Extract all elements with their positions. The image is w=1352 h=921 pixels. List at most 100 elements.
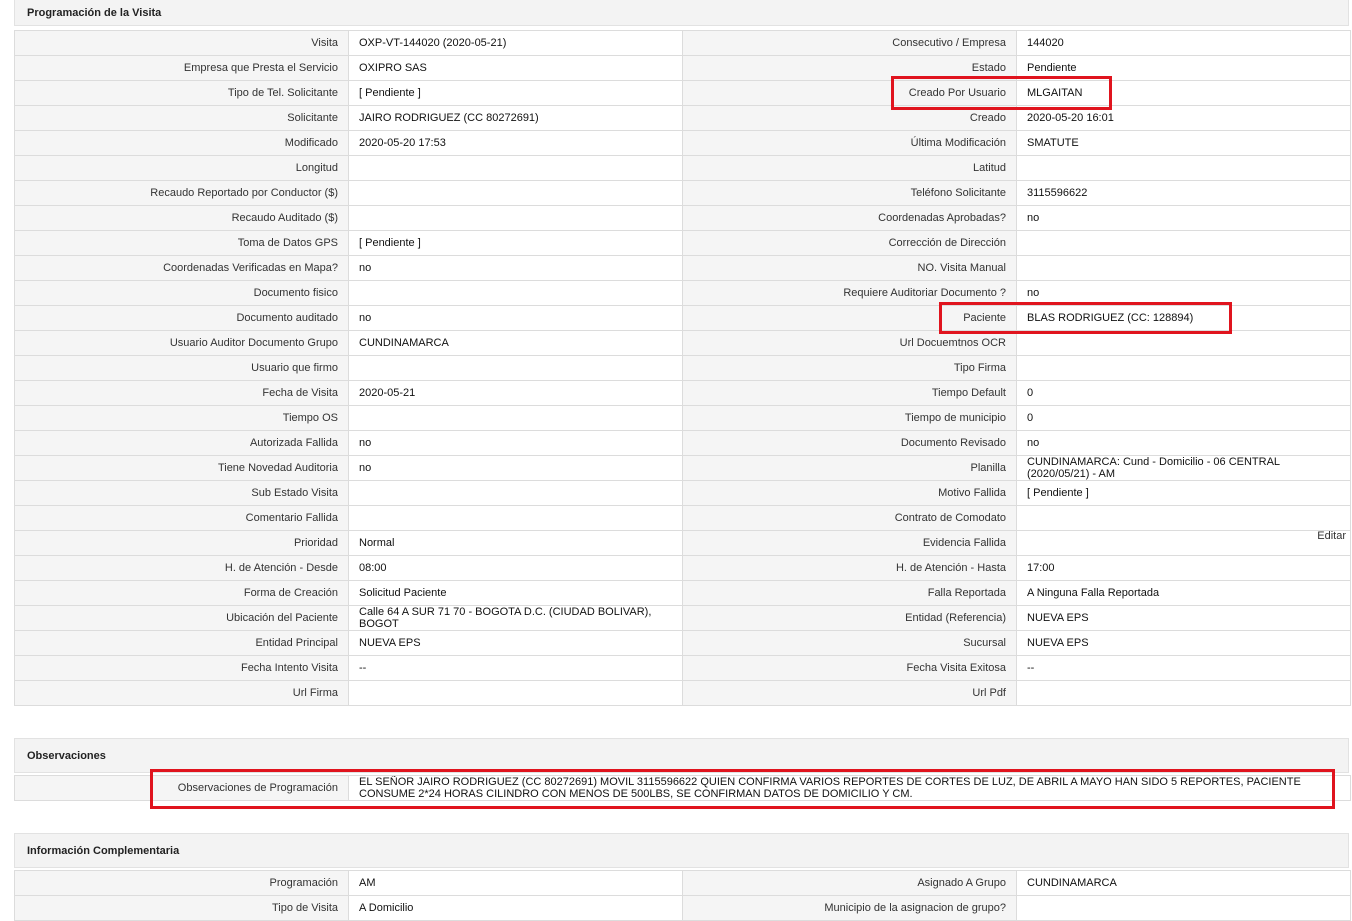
field-value: 2020-05-20 17:53	[348, 130, 683, 156]
field-value	[348, 180, 683, 206]
table-row: Recaudo Reportado por Conductor ($) Teléf…	[14, 180, 1351, 206]
table-row: Toma de Datos GPS[ Pendiente ] Corrección…	[14, 230, 1351, 256]
field-label: NO. Visita Manual	[682, 255, 1017, 281]
field-label: Requiere Auditoriar Documento ?	[682, 280, 1017, 306]
field-label: Teléfono Solicitante	[682, 180, 1017, 206]
section-header-observaciones: Observaciones	[14, 738, 1349, 773]
field-value: NUEVA EPS	[1016, 605, 1351, 631]
field-value: no	[1016, 280, 1351, 306]
field-value: 144020	[1016, 30, 1351, 56]
table-row: Prioridad Normal Evidencia Fallida Editar	[14, 530, 1351, 556]
field-label: Documento Revisado	[682, 430, 1017, 456]
field-value: 08:00	[348, 555, 683, 581]
field-label: Programación	[14, 870, 349, 896]
field-value: Calle 64 A SUR 71 70 - BOGOTA D.C. (CIUD…	[348, 605, 683, 631]
field-value: A Domicilio	[348, 895, 683, 921]
field-label: Tipo de Visita	[14, 895, 349, 921]
field-label: Latitud	[682, 155, 1017, 181]
field-label: Recaudo Reportado por Conductor ($)	[14, 180, 349, 206]
field-value: NUEVA EPS	[1016, 630, 1351, 656]
field-label: Tiempo Default	[682, 380, 1017, 406]
field-value: 2020-05-21	[348, 380, 683, 406]
field-label: Creado Por Usuario	[682, 80, 1017, 106]
field-label: Url Pdf	[682, 680, 1017, 706]
field-label: Planilla	[682, 455, 1017, 481]
field-value: 2020-05-20 16:01	[1016, 105, 1351, 131]
info-complementaria-table: Programación AM Asignado A Grupo CUNDINAMAR…	[14, 870, 1351, 921]
table-row: Tipo de Visita A Domicilio Municipio de la…	[14, 895, 1351, 921]
field-value: no	[1016, 430, 1351, 456]
table-row: Forma de Creación Solicitud Paciente Falla…	[14, 580, 1351, 606]
field-value	[348, 480, 683, 506]
field-value: no	[348, 430, 683, 456]
table-row: Coordenadas Verificadas en Mapa? no NO. V…	[14, 255, 1351, 281]
field-label: Motivo Fallida	[682, 480, 1017, 506]
field-label: Tiempo de municipio	[682, 405, 1017, 431]
field-value	[348, 205, 683, 231]
field-value	[348, 280, 683, 306]
field-label: Entidad Principal	[14, 630, 349, 656]
field-value: 0	[1016, 405, 1351, 431]
field-label: Documento fisico	[14, 280, 349, 306]
observaciones-table: Observaciones de Programación EL SEÑOR J…	[14, 775, 1351, 801]
field-value: --	[1016, 655, 1351, 681]
editar-link[interactable]: Editar	[1317, 532, 1346, 543]
field-label: Usuario que firmo	[14, 355, 349, 381]
table-row: Ubicación del Paciente Calle 64 A SUR 71 …	[14, 605, 1351, 631]
field-label: Observaciones de Programación	[14, 775, 349, 801]
field-label: Longitud	[14, 155, 349, 181]
field-value: Editar	[1016, 530, 1351, 556]
field-value: OXIPRO SAS	[348, 55, 683, 81]
field-label: Fecha de Visita	[14, 380, 349, 406]
field-value: 3115596622	[1016, 180, 1351, 206]
field-value	[1016, 255, 1351, 281]
field-value: [ Pendiente ]	[1016, 480, 1351, 506]
field-value: AM	[348, 870, 683, 896]
table-row: Url Firma Url Pdf	[14, 680, 1351, 706]
field-value	[1016, 155, 1351, 181]
field-value: CUNDINAMARCA	[348, 330, 683, 356]
field-label: Entidad (Referencia)	[682, 605, 1017, 631]
field-value	[348, 505, 683, 531]
field-label: Sucursal	[682, 630, 1017, 656]
programacion-table: Visita OXP-VT-144020 (2020-05-21) Consecut…	[14, 30, 1351, 706]
field-value: 0	[1016, 380, 1351, 406]
field-value	[1016, 505, 1351, 531]
field-value: no	[348, 255, 683, 281]
field-label: Paciente	[682, 305, 1017, 331]
field-value: CUNDINAMARCA	[1016, 870, 1351, 896]
field-value: [ Pendiente ]	[348, 230, 683, 256]
table-row: Visita OXP-VT-144020 (2020-05-21) Consecut…	[14, 30, 1351, 56]
field-label: H. de Atención - Hasta	[682, 555, 1017, 581]
field-value	[348, 355, 683, 381]
field-label: Coordenadas Aprobadas?	[682, 205, 1017, 231]
field-value: CUNDINAMARCA: Cund - Domicilio - 06 CENT…	[1016, 455, 1351, 481]
field-label: Usuario Auditor Documento Grupo	[14, 330, 349, 356]
section-title: Observaciones	[27, 749, 106, 762]
field-value	[1016, 355, 1351, 381]
field-label: Url Firma	[14, 680, 349, 706]
field-value	[348, 680, 683, 706]
table-row: Comentario Fallida Contrato de Comodato	[14, 505, 1351, 531]
observaciones-value: EL SEÑOR JAIRO RODRIGUEZ (CC 80272691) M…	[348, 775, 1351, 801]
field-label: Prioridad	[14, 530, 349, 556]
field-label: Documento auditado	[14, 305, 349, 331]
field-value: OXP-VT-144020 (2020-05-21)	[348, 30, 683, 56]
table-row: Tipo de Tel. Solicitante[ Pendiente ] Cre…	[14, 80, 1351, 106]
field-value: no	[348, 455, 683, 481]
field-value: NUEVA EPS	[348, 630, 683, 656]
field-value	[1016, 680, 1351, 706]
table-row: Usuario Auditor Documento Grupo CUNDINAMA…	[14, 330, 1351, 356]
table-row: Sub Estado Visita Motivo Fallida[ Pendien…	[14, 480, 1351, 506]
table-row: Modificado 2020-05-20 17:53 Última Modific…	[14, 130, 1351, 156]
table-row: Fecha Intento Visita -- Fecha Visita Exit…	[14, 655, 1351, 681]
field-value: Solicitud Paciente	[348, 580, 683, 606]
field-label: Corrección de Dirección	[682, 230, 1017, 256]
field-label: Tipo de Tel. Solicitante	[14, 80, 349, 106]
field-value: Normal	[348, 530, 683, 556]
field-value: BLAS RODRIGUEZ (CC: 128894)	[1016, 305, 1351, 331]
field-label: Tiene Novedad Auditoria	[14, 455, 349, 481]
section-title: Información Complementaria	[27, 844, 180, 857]
table-row: H. de Atención - Desde 08:00 H. de Atenció…	[14, 555, 1351, 581]
table-row: Documento fisico Requiere Auditoriar Docu…	[14, 280, 1351, 306]
